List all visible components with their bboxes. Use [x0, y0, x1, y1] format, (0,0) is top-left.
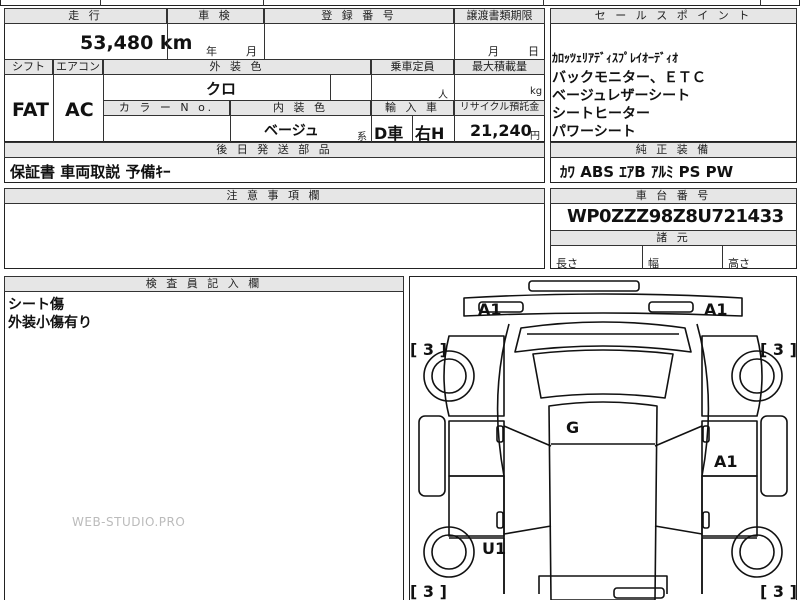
sales-point-line: ベージュレザーシート: [552, 88, 691, 104]
left-front-door: [448, 420, 505, 477]
registration-header: 登 録 番 号: [264, 8, 454, 24]
damage-mark-front-left: A1: [478, 300, 502, 319]
inspection-month: 月: [246, 45, 257, 58]
import-header: 輸 入 車: [371, 100, 454, 116]
recycle-header: リサイクル預託金: [454, 100, 545, 116]
import-steer: 右H: [415, 124, 445, 143]
left-mirror: [418, 415, 446, 497]
front-light-right: [648, 301, 694, 313]
damage-mark-right-side: A1: [714, 452, 738, 471]
interior-color-header: 内 装 色: [230, 100, 371, 116]
front-bumper: [528, 280, 640, 292]
notes-header: 注 意 事 項 欄: [4, 188, 545, 204]
interior-color-suffix: 系: [357, 132, 367, 143]
grid-line: [642, 246, 643, 269]
inspector-note: 外装小傷有り: [8, 315, 92, 331]
sales-point-line: バックモニター、ＥＴＣ: [552, 70, 706, 86]
max-load-unit: kg: [530, 86, 543, 97]
later-parts-value: 保証書 車両取説 予備ｷｰ: [10, 163, 171, 181]
equipment-value: ｶﾜ ABS ｴｱB ｱﾙﾐ PS PW: [560, 163, 734, 181]
exterior-color-value: クロ: [206, 80, 237, 98]
inspection-header: 車 検: [167, 8, 264, 24]
bracket-bottom-left: [ 3 ]: [410, 582, 447, 600]
grid-line: [230, 116, 231, 142]
transfer-month: 月: [488, 45, 499, 58]
grid-line: [264, 24, 265, 59]
bracket-bottom-right: [ 3 ]: [760, 582, 797, 600]
capacity-unit: 人: [438, 90, 448, 101]
damage-mark-roof: G: [566, 418, 580, 437]
chassis-header: 車 台 番 号: [550, 188, 797, 204]
capacity-header: 乗車定員: [371, 59, 454, 75]
damage-mark-left-rear: U1: [482, 539, 507, 558]
grid-line: [167, 24, 168, 59]
dimensions-header: 諸 元: [550, 230, 797, 246]
right-mirror: [760, 415, 788, 497]
top-strip-divider: [543, 0, 544, 6]
recycle-value: 21,240: [470, 121, 532, 140]
sales-points-header: セ ー ル ス ポ イ ン ト: [550, 8, 797, 24]
top-strip: [0, 0, 800, 6]
damage-mark-front-right: A1: [704, 300, 728, 319]
inspector-note: シート傷: [8, 297, 64, 313]
shift-value: FAT: [12, 99, 49, 121]
import-drive: D車: [374, 124, 404, 143]
inspection-year: 年: [206, 45, 217, 58]
dimension-width: 幅: [648, 257, 659, 270]
bracket-value: 3: [772, 582, 785, 600]
grid-line: [330, 75, 331, 100]
dimension-length: 長さ: [556, 257, 578, 270]
aircon-header: エアコン: [53, 59, 103, 75]
bracket-top-left: [ 3 ]: [410, 340, 447, 359]
bracket-top-right: [ 3 ]: [760, 340, 797, 359]
grid-line: [454, 24, 455, 59]
right-rear-door: [701, 475, 758, 537]
top-strip-divider: [263, 0, 264, 6]
later-parts-header: 後 日 発 送 部 品: [4, 142, 545, 158]
chassis-number: WP0ZZZ98Z8U721433: [567, 206, 784, 227]
left-rear-door: [448, 475, 505, 537]
inspector-header: 検 査 員 記 入 欄: [4, 276, 404, 292]
grid-line: [53, 75, 54, 142]
bracket-value: 3: [422, 582, 435, 600]
color-no-header: カ ラ ー N o.: [103, 100, 230, 116]
max-load-header: 最大積載量: [454, 59, 545, 75]
body-outline: [496, 323, 710, 594]
sales-point-line: パワーシート: [552, 124, 636, 140]
bracket-value: 3: [772, 340, 785, 359]
grid-line: [371, 116, 372, 142]
sales-point-line: ｶﾛｯﾂｪﾘｱﾃﾞｨｽﾌﾟﾚｲｵｰﾃﾞｨｵ: [552, 51, 679, 65]
windshield: [514, 321, 692, 353]
hood: [532, 349, 674, 399]
aircon-value: AC: [65, 99, 94, 121]
shift-header: シフト: [4, 59, 53, 75]
watermark: WEB-STUDIO.PRO: [72, 515, 186, 529]
recycle-unit: 円: [530, 131, 540, 142]
mileage-value: 53,480 km: [80, 32, 193, 54]
transfer-day: 日: [528, 45, 539, 58]
grid-line: [722, 246, 723, 269]
top-strip-divider: [100, 0, 101, 6]
exterior-color-header: 外 装 色: [103, 59, 371, 75]
grid-line: [412, 116, 413, 142]
mileage-header: 走 行: [4, 8, 167, 24]
bracket-value: 3: [422, 340, 435, 359]
transfer-deadline-header: 譲渡書類期限: [454, 8, 545, 24]
sales-point-line: シートヒーター: [552, 106, 650, 122]
equipment-header: 純 正 装 備: [550, 142, 797, 158]
interior-color-value: ベージュ: [264, 123, 319, 139]
dimension-height: 高さ: [728, 257, 750, 270]
grid-line: [371, 75, 372, 100]
top-strip-divider: [760, 0, 761, 6]
car-diagram: [418, 280, 788, 600]
